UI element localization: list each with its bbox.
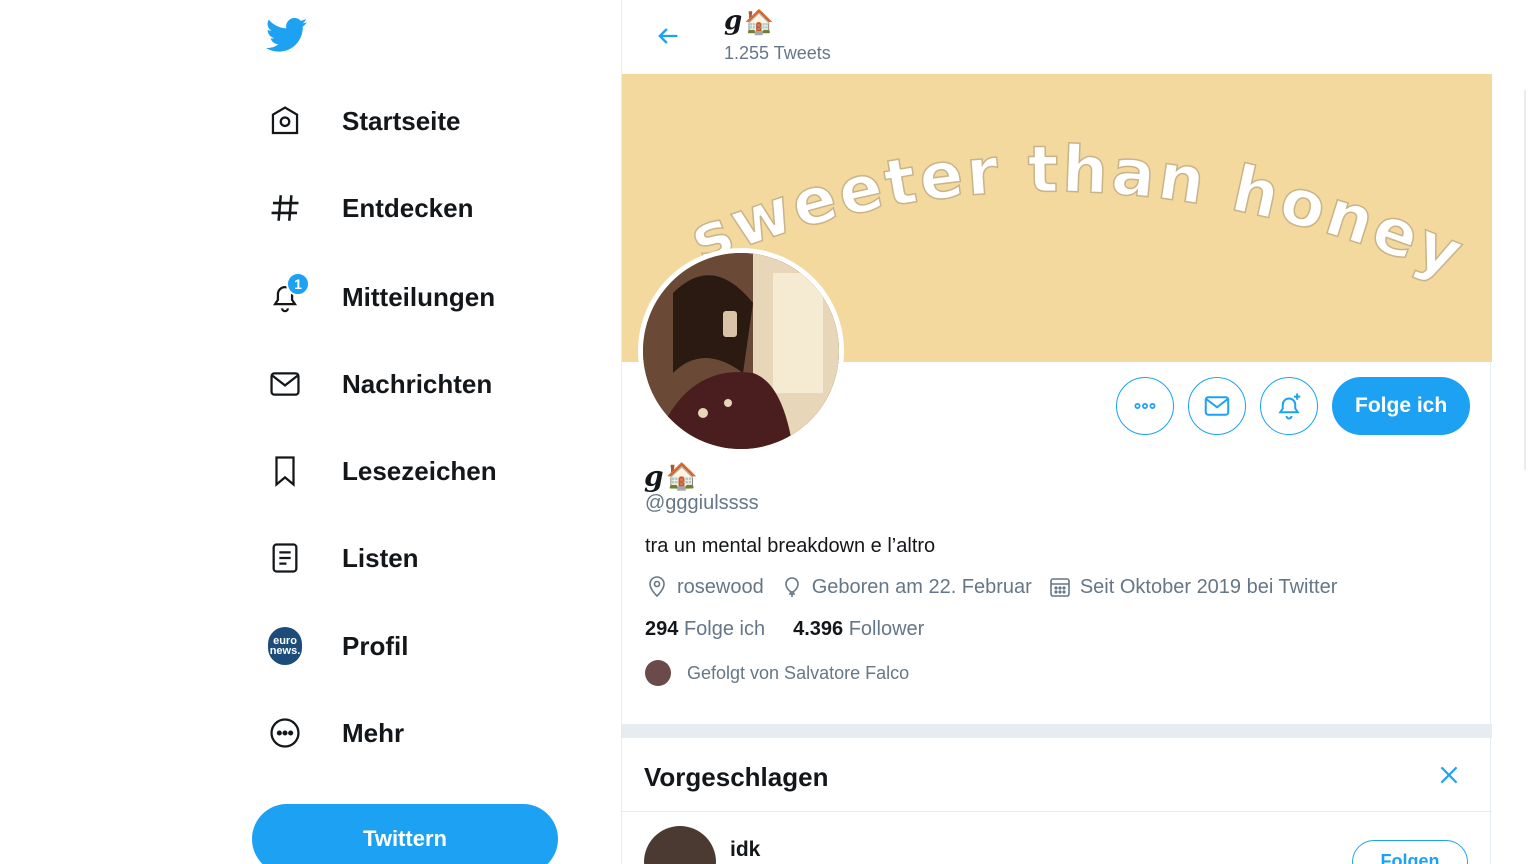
- tweet-button[interactable]: Twittern: [252, 804, 558, 864]
- sidebar-item-label: Profil: [342, 630, 409, 661]
- profile-avatar[interactable]: [638, 248, 844, 454]
- bell-plus-icon: [1278, 393, 1301, 420]
- more-options-button[interactable]: [1116, 377, 1174, 435]
- followers-stat[interactable]: 4.396 Follower: [793, 618, 924, 641]
- sidebar-item-label: Mitteilungen: [342, 281, 496, 312]
- home-icon: [268, 104, 302, 138]
- twitter-profile-page: Startseite Entdecken 1 Mitteilungen Nach…: [0, 0, 1536, 864]
- sidebar-item-profil[interactable]: euro news. Profil: [258, 618, 418, 674]
- sidebar-item-label: Startseite: [342, 105, 461, 136]
- balloon-icon: [784, 577, 799, 597]
- close-button[interactable]: [1436, 762, 1462, 788]
- header-name-text: g: [724, 6, 743, 36]
- notification-badge: 1: [286, 272, 310, 296]
- profile-photo: [643, 253, 839, 449]
- sidebar-item-label: Mehr: [342, 717, 405, 748]
- avatar-label: euro news.: [268, 627, 302, 665]
- avatar: euro news.: [268, 627, 302, 665]
- profile-stats: 294 Folge ich 4.396 Follower: [645, 618, 952, 641]
- display-name-text: g: [644, 460, 664, 493]
- suggested-header: Vorgeschlagen: [622, 738, 1492, 812]
- notify-button[interactable]: [1260, 377, 1318, 435]
- mail-icon: [268, 367, 302, 401]
- location: rosewood: [645, 575, 764, 599]
- section-divider: [622, 724, 1492, 738]
- scrollbar-edge: [1524, 90, 1526, 470]
- suggested-user-name: idk: [730, 838, 761, 861]
- more-icon: [268, 716, 302, 750]
- house-emoji-icon: 🏠: [665, 461, 698, 492]
- sidebar-nav: Startseite Entdecken 1 Mitteilungen Nach…: [250, 0, 580, 864]
- close-icon: [1440, 766, 1458, 784]
- following-label: Folge ich: [683, 618, 766, 640]
- followed-by[interactable]: Gefolgt von Salvatore Falco: [645, 660, 909, 686]
- message-button[interactable]: [1188, 377, 1246, 435]
- location-pin-icon: [649, 576, 665, 598]
- sidebar-item-lesezeichen[interactable]: Lesezeichen: [258, 443, 507, 499]
- sidebar-item-label: Listen: [342, 542, 419, 573]
- sidebar-item-label: Lesezeichen: [342, 455, 497, 486]
- joined-text: Seit Oktober 2019 bei Twitter: [1079, 575, 1338, 598]
- sidebar-item-label: Nachrichten: [342, 368, 493, 399]
- profile-bio: tra un mental breakdown e l’altro: [645, 535, 936, 557]
- sidebar-item-mehr[interactable]: Mehr: [258, 705, 414, 761]
- house-emoji-icon: 🏠: [744, 6, 775, 36]
- sidebar-item-startseite[interactable]: Startseite: [258, 93, 471, 149]
- profile-display-name: g 🏠: [644, 460, 698, 493]
- sidebar-item-mitteilungen[interactable]: 1 Mitteilungen: [258, 269, 505, 325]
- list-icon: [268, 541, 302, 575]
- followers-label: Follower: [848, 618, 925, 640]
- profile-column: g 🏠 1.255 Tweets sweeter than honey Folg…: [621, 0, 1492, 864]
- follow-button[interactable]: Folgen: [1352, 840, 1468, 864]
- birthday: Geboren am 22. Februar: [780, 575, 1032, 599]
- following-button[interactable]: Folge ich: [1332, 377, 1471, 435]
- twitter-bird-icon[interactable]: [265, 14, 308, 56]
- back-button[interactable]: [648, 16, 688, 56]
- header-display-name: g 🏠: [724, 6, 774, 36]
- hashtag-icon: [268, 191, 302, 225]
- following-stat[interactable]: 294 Folge ich: [645, 618, 765, 641]
- birthday-text: Geboren am 22. Februar: [811, 575, 1032, 598]
- suggested-user-avatar: [644, 826, 716, 864]
- location-text: rosewood: [677, 575, 764, 598]
- followers-count: 4.396: [793, 618, 844, 640]
- profile-actions: Folge ich: [1116, 377, 1471, 435]
- sidebar-item-nachrichten[interactable]: Nachrichten: [258, 356, 502, 412]
- following-count: 294: [645, 618, 679, 640]
- sidebar-item-label: Entdecken: [342, 192, 474, 223]
- profile-handle: @gggiulssss: [645, 492, 759, 514]
- profile-header-bar: g 🏠 1.255 Tweets: [622, 0, 1492, 74]
- followed-by-text: Gefolgt von Salvatore Falco: [687, 662, 910, 683]
- mail-icon: [1204, 396, 1230, 416]
- follower-avatar: [645, 660, 671, 686]
- bell-icon: 1: [268, 272, 310, 314]
- sidebar-item-listen[interactable]: Listen: [258, 530, 429, 586]
- bookmark-icon: [268, 454, 302, 488]
- joined-date: Seit Oktober 2019 bei Twitter: [1048, 575, 1338, 599]
- profile-meta: rosewood Geboren am 22. Februar Seit Okt…: [645, 575, 1353, 599]
- calendar-icon: [1050, 578, 1070, 597]
- suggested-user-row[interactable]: idk Folgen: [622, 812, 1492, 864]
- sidebar-item-entdecken[interactable]: Entdecken: [258, 180, 484, 236]
- tweet-count: 1.255 Tweets: [724, 43, 831, 63]
- arrow-left-icon: [658, 28, 678, 44]
- suggested-title: Vorgeschlagen: [644, 762, 829, 792]
- ellipsis-icon: [1134, 403, 1156, 410]
